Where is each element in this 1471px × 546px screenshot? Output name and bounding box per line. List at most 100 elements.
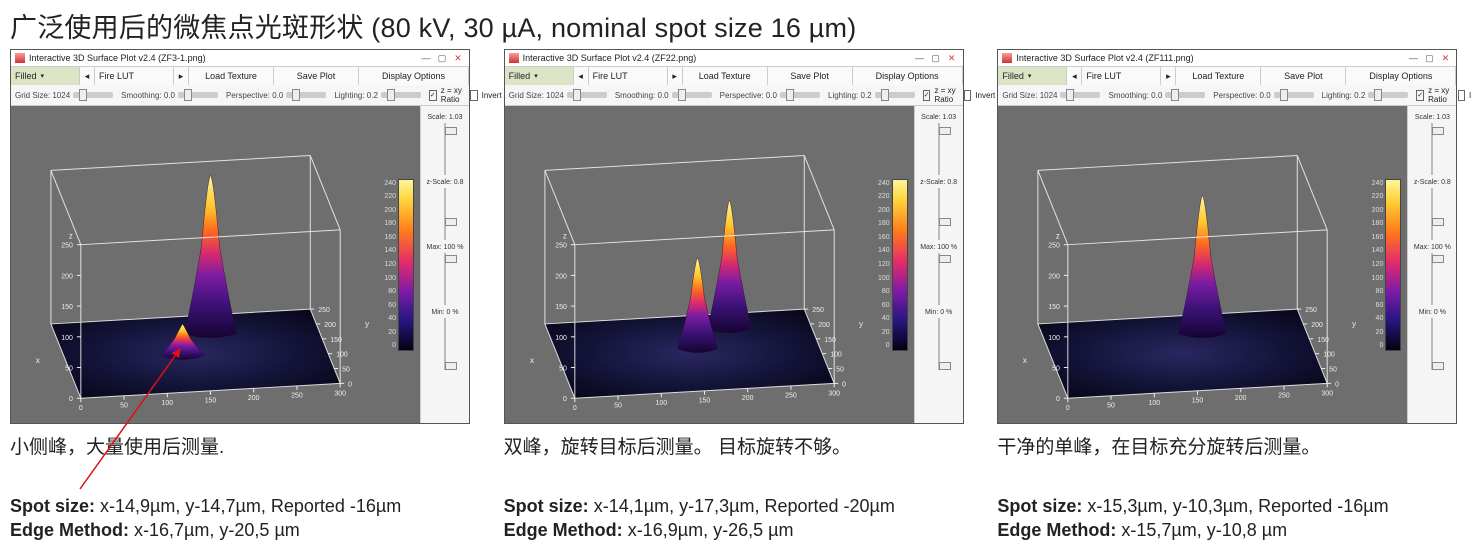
perspective-slider[interactable] xyxy=(1274,92,1314,98)
perspective-control[interactable]: Perspective: 0.0 xyxy=(1209,91,1317,100)
display-options-button[interactable]: Display Options xyxy=(1346,67,1456,85)
max-slider[interactable] xyxy=(1425,253,1439,305)
svg-text:50: 50 xyxy=(342,367,350,374)
grid-size-slider[interactable] xyxy=(1060,92,1100,98)
svg-text:0: 0 xyxy=(1336,381,1340,388)
window-title: Interactive 3D Surface Plot v2.4 (ZF111.… xyxy=(1016,53,1193,63)
minimize-button[interactable]: — xyxy=(913,52,927,64)
invert-checkbox[interactable] xyxy=(964,90,971,101)
svg-text:150: 150 xyxy=(1049,304,1061,311)
minimize-button[interactable]: — xyxy=(1406,52,1420,64)
render-mode-select[interactable]: Filled▾ xyxy=(998,67,1067,85)
save-plot-button[interactable]: Save Plot xyxy=(274,67,359,85)
grid-size-control[interactable]: Grid Size: 1024 xyxy=(11,91,117,100)
grid-size-control[interactable]: Grid Size: 1024 xyxy=(998,91,1104,100)
plot-viewport[interactable]: 050100150200250z050100150200250300050100… xyxy=(505,106,914,423)
surface-peak xyxy=(677,258,717,353)
smoothing-control[interactable]: Smoothing: 0.0 xyxy=(1104,91,1209,100)
window-titlebar[interactable]: Interactive 3D Surface Plot v2.4 (ZF22.p… xyxy=(505,50,963,67)
max-slider[interactable] xyxy=(932,253,946,305)
min-slider[interactable] xyxy=(438,318,452,370)
zxy-ratio-checkbox[interactable]: ✓ xyxy=(429,90,437,101)
chevron-down-icon: ▾ xyxy=(1028,72,1032,80)
lut-select[interactable]: Fire LUT xyxy=(95,67,174,85)
maximize-button[interactable]: ▢ xyxy=(1422,52,1436,64)
panels-row: Interactive 3D Surface Plot v2.4 (ZF3-1.… xyxy=(10,49,1461,543)
next-lut-button[interactable]: ▸ xyxy=(1161,67,1176,85)
lut-select[interactable]: Fire LUT xyxy=(1082,67,1161,85)
smoothing-slider[interactable] xyxy=(178,92,218,98)
grid-size-control[interactable]: Grid Size: 1024 xyxy=(505,91,611,100)
save-plot-button[interactable]: Save Plot xyxy=(768,67,853,85)
next-lut-button[interactable]: ▸ xyxy=(174,67,189,85)
max-label: Max: 100 % xyxy=(1414,244,1451,251)
save-plot-button[interactable]: Save Plot xyxy=(1261,67,1346,85)
close-button[interactable]: ✕ xyxy=(945,52,959,64)
lighting-control[interactable]: Lighting: 0.2 xyxy=(330,91,425,100)
maximize-button[interactable]: ▢ xyxy=(929,52,943,64)
surface-plot[interactable]: 050100150200250z050100150200250300050100… xyxy=(998,106,1407,423)
smoothing-control[interactable]: Smoothing: 0.0 xyxy=(117,91,222,100)
svg-text:250: 250 xyxy=(785,393,797,400)
zxy-ratio-checkbox[interactable]: ✓ xyxy=(923,90,931,101)
zscale-slider[interactable] xyxy=(932,188,946,240)
load-texture-button[interactable]: Load Texture xyxy=(189,67,274,85)
display-options-button[interactable]: Display Options xyxy=(853,67,963,85)
perspective-slider[interactable] xyxy=(286,92,326,98)
svg-text:150: 150 xyxy=(698,398,710,405)
invert-checkbox[interactable] xyxy=(1458,90,1465,101)
lighting-slider[interactable] xyxy=(1368,92,1408,98)
chevron-down-icon: ▾ xyxy=(41,72,45,80)
max-slider[interactable] xyxy=(438,253,452,305)
lighting-control[interactable]: Lighting: 0.2 xyxy=(1318,91,1413,100)
grid-size-slider[interactable] xyxy=(73,92,113,98)
load-texture-button[interactable]: Load Texture xyxy=(1176,67,1261,85)
scale-label: Scale: 1.03 xyxy=(921,114,956,121)
plot-viewport[interactable]: 050100150200250z050100150200250300050100… xyxy=(11,106,420,423)
window-titlebar[interactable]: Interactive 3D Surface Plot v2.4 (ZF3-1.… xyxy=(11,50,469,67)
prev-lut-button[interactable]: ◂ xyxy=(80,67,95,85)
window-titlebar[interactable]: Interactive 3D Surface Plot v2.4 (ZF111.… xyxy=(998,50,1456,67)
lighting-slider[interactable] xyxy=(875,92,915,98)
close-button[interactable]: ✕ xyxy=(451,52,465,64)
render-mode-select[interactable]: Filled▾ xyxy=(11,67,80,85)
scale-label: Scale: 1.03 xyxy=(427,114,462,121)
zscale-slider[interactable] xyxy=(1425,188,1439,240)
zxy-ratio-label: z = xy Ratio xyxy=(441,86,466,104)
close-button[interactable]: ✕ xyxy=(1438,52,1452,64)
load-texture-button[interactable]: Load Texture xyxy=(683,67,768,85)
lut-select[interactable]: Fire LUT xyxy=(589,67,668,85)
smoothing-slider[interactable] xyxy=(1165,92,1205,98)
plot-viewport[interactable]: 050100150200250z050100150200250300050100… xyxy=(998,106,1407,423)
surface-plot[interactable]: 050100150200250z050100150200250300050100… xyxy=(505,106,914,423)
svg-text:50: 50 xyxy=(836,367,844,374)
perspective-control[interactable]: Perspective: 0.0 xyxy=(222,91,330,100)
prev-lut-button[interactable]: ◂ xyxy=(574,67,589,85)
grid-size-slider[interactable] xyxy=(567,92,607,98)
min-slider[interactable] xyxy=(1425,318,1439,370)
prev-lut-button[interactable]: ◂ xyxy=(1067,67,1082,85)
svg-text:250: 250 xyxy=(291,393,303,400)
min-slider[interactable] xyxy=(932,318,946,370)
smoothing-slider[interactable] xyxy=(672,92,712,98)
spot-size-label: Spot size: xyxy=(10,496,95,516)
surface-plot[interactable]: 050100150200250z050100150200250300050100… xyxy=(11,106,420,423)
scale-slider[interactable] xyxy=(932,123,946,175)
smoothing-control[interactable]: Smoothing: 0.0 xyxy=(611,91,716,100)
zscale-slider[interactable] xyxy=(438,188,452,240)
next-lut-button[interactable]: ▸ xyxy=(668,67,683,85)
zxy-ratio-checkbox[interactable]: ✓ xyxy=(1416,90,1424,101)
render-mode-select[interactable]: Filled▾ xyxy=(505,67,574,85)
scale-slider[interactable] xyxy=(1425,123,1439,175)
invert-checkbox[interactable] xyxy=(470,90,477,101)
lighting-slider[interactable] xyxy=(381,92,421,98)
scale-slider[interactable] xyxy=(438,123,452,175)
maximize-button[interactable]: ▢ xyxy=(435,52,449,64)
min-label: Min: 0 % xyxy=(431,309,458,316)
svg-text:x: x xyxy=(36,356,40,365)
lighting-control[interactable]: Lighting: 0.2 xyxy=(824,91,919,100)
perspective-control[interactable]: Perspective: 0.0 xyxy=(716,91,824,100)
minimize-button[interactable]: — xyxy=(419,52,433,64)
perspective-slider[interactable] xyxy=(780,92,820,98)
display-options-button[interactable]: Display Options xyxy=(359,67,469,85)
